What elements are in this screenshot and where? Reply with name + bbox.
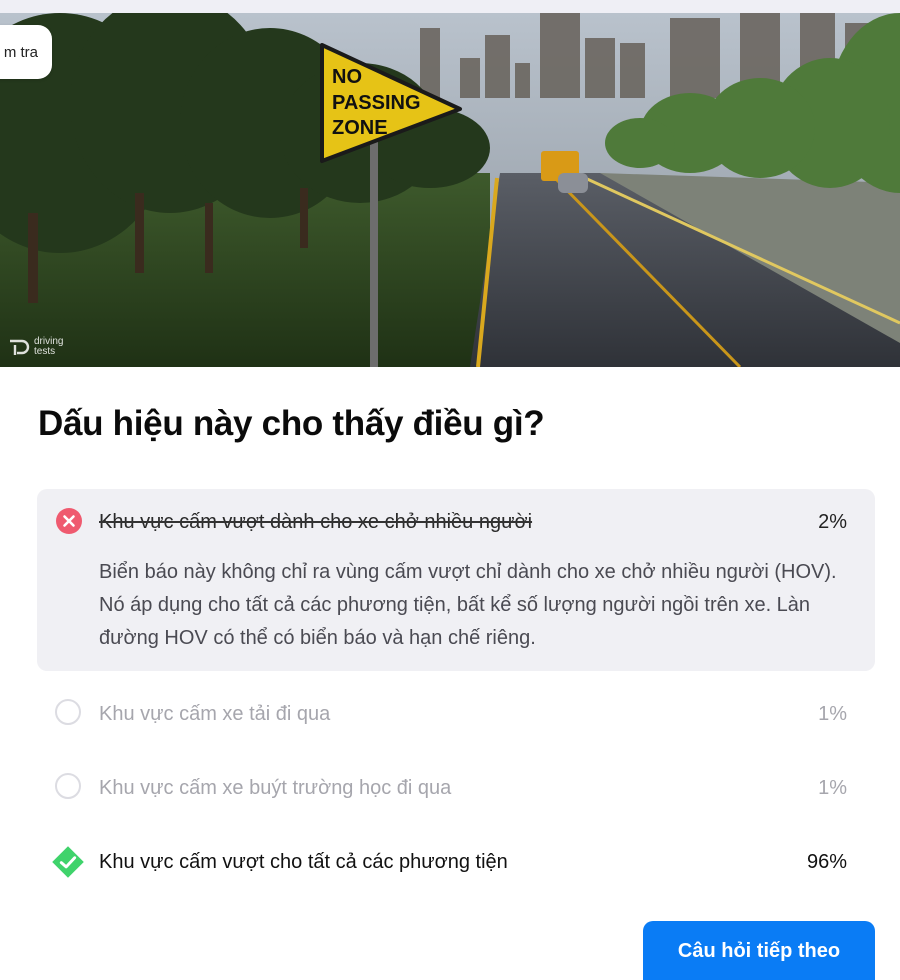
back-to-test-tab[interactable]: m tra xyxy=(0,25,52,79)
pill-label: m tra xyxy=(3,43,38,61)
answer-percent: 2% xyxy=(818,511,847,533)
sign-line-1: NO xyxy=(332,66,362,88)
answer-percent: 1% xyxy=(818,703,847,725)
driving-tests-logo-icon xyxy=(10,339,30,355)
answer-label: Khu vực cấm xe buýt trường học đi qua xyxy=(99,777,452,799)
question-image: NO PASSING ZONE m tra driving tests xyxy=(0,13,900,367)
road-scene: NO PASSING ZONE xyxy=(0,13,900,367)
answer-option-1[interactable]: Khu vực cấm vượt dành cho xe chở nhiều n… xyxy=(37,501,875,541)
watermark-text: driving tests xyxy=(34,336,64,357)
radio-circle-icon xyxy=(55,699,81,725)
answer-label: Khu vực cấm vượt dành cho xe chở nhiều n… xyxy=(99,511,533,533)
answer-option-2[interactable]: Khu vực cấm xe tải đi qua 1% xyxy=(37,693,875,733)
sign-line-3: ZONE xyxy=(332,117,388,139)
top-strip xyxy=(0,0,900,13)
answer-percent: 96% xyxy=(806,851,847,873)
next-question-button[interactable]: Câu hỏi tiếp theo xyxy=(643,921,875,980)
question-title: Dấu hiệu này cho thấy điều gì? xyxy=(38,404,545,443)
watermark: driving tests xyxy=(8,337,63,357)
answer-explanation: Biển báo này không chỉ ra vùng cấm vượt … xyxy=(99,561,837,649)
answer-option-4[interactable]: Khu vực cấm vượt cho tất cả các phương t… xyxy=(37,841,875,881)
sign-line-2: PASSING xyxy=(332,92,421,114)
answer-label: Khu vực cấm vượt cho tất cả các phương t… xyxy=(99,851,508,873)
check-diamond-icon xyxy=(52,846,84,878)
answer-option-3[interactable]: Khu vực cấm xe buýt trường học đi qua 1% xyxy=(37,767,875,807)
x-circle-icon xyxy=(56,508,82,534)
radio-circle-icon xyxy=(55,773,81,799)
answer-percent: 1% xyxy=(818,777,847,799)
answer-label: Khu vực cấm xe tải đi qua xyxy=(99,703,331,725)
